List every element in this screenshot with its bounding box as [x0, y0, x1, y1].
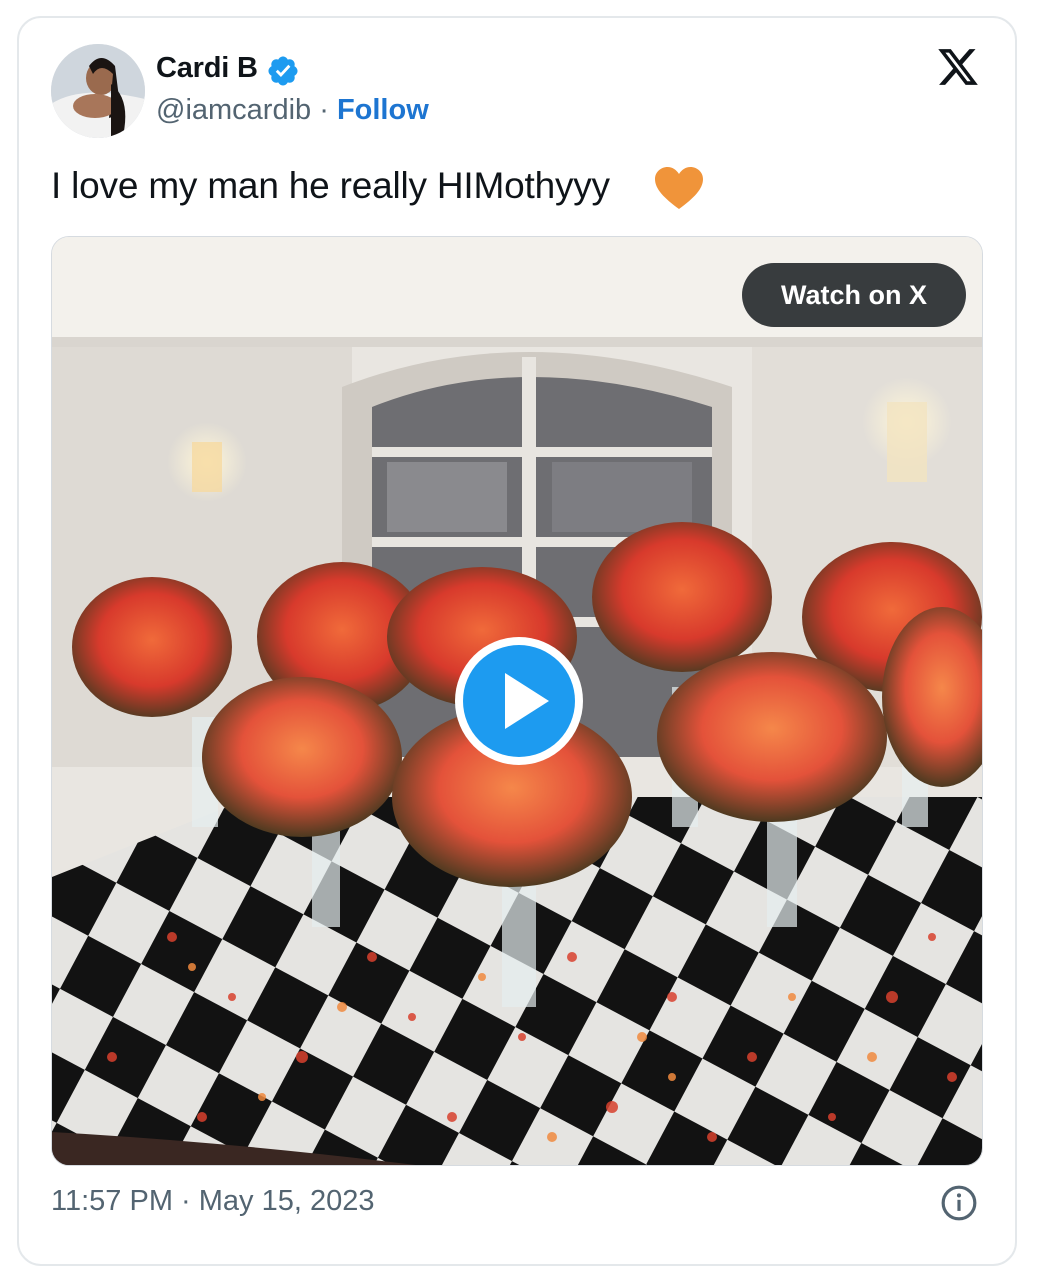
play-icon[interactable] [451, 633, 587, 769]
tweet-text: I love my man he really HIMothyyy [51, 165, 610, 206]
handle-separator: · [311, 94, 337, 126]
orange-heart-icon [655, 167, 703, 209]
info-icon[interactable] [940, 1184, 978, 1222]
verified-badge-icon [268, 56, 298, 86]
tweet-timestamp[interactable]: 11:57 PM · May 15, 2023 [51, 1185, 374, 1218]
avatar[interactable] [51, 44, 145, 138]
watch-on-x-button[interactable]: Watch on X [742, 263, 966, 327]
x-logo-icon[interactable] [935, 45, 981, 89]
author-handle[interactable]: @iamcardib [156, 94, 311, 126]
author-name[interactable]: Cardi B [156, 52, 258, 85]
handle-row: @iamcardib · Follow [156, 94, 429, 127]
follow-button[interactable]: Follow [337, 94, 429, 126]
video-player[interactable]: Watch on X [51, 236, 983, 1166]
